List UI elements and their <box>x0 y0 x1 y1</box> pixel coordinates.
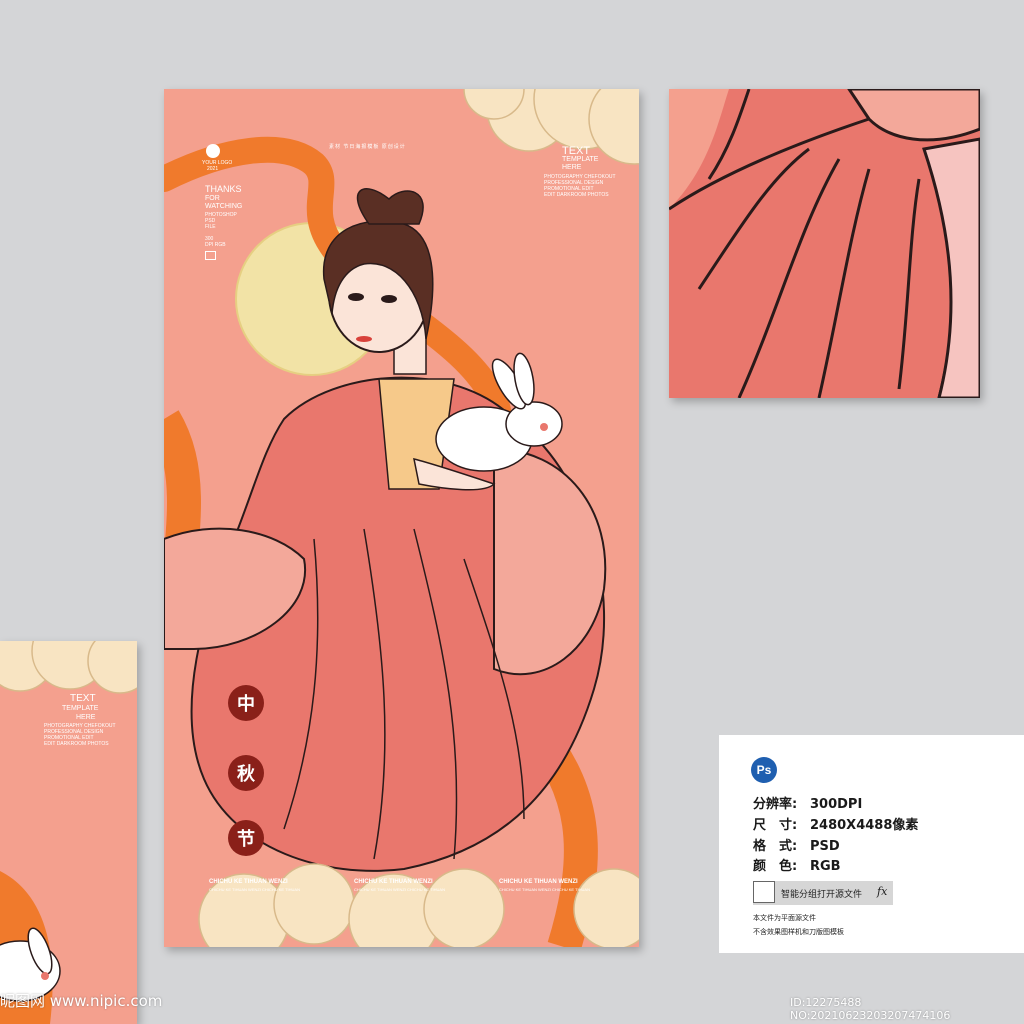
spec-key: 颜 色: <box>753 859 798 874</box>
bottom-sub-2: CHICHU KE TIHUAN WENZI CHICHU KE TIHUAN <box>354 887 445 892</box>
folder-layer-icon <box>753 881 775 903</box>
cloud-top-right <box>463 89 639 165</box>
p2-template: TEMPLATE <box>62 705 99 712</box>
image-id: ID:12275488 NO:20210623203207474106 <box>790 996 951 1022</box>
here-text: HERE <box>562 164 582 171</box>
for-text: FOR <box>205 195 220 202</box>
secondary-illustration <box>0 641 137 1024</box>
thanks-text: THANKS <box>205 184 242 194</box>
seal-jie: 节 <box>228 820 264 856</box>
site-watermark: 昵图网 www.nipic.com <box>0 992 163 1010</box>
logo-year: 2021 <box>207 166 219 172</box>
spec-value: 300DPI <box>810 797 863 812</box>
spec-key: 格 式: <box>753 839 798 854</box>
spec-key: 分辨率: <box>753 797 798 812</box>
file-info-card: Ps 分辨率: 300DPI 尺 寸: 2480X4488像素 格 式: PSD 颜 … <box>719 735 1024 953</box>
bottom-sub-1: CHICHU KE TIHUAN WENZI CHICHU KE TIHUAN <box>209 887 300 892</box>
bottom-label-2: CHICHU KE TIHUAN WENZI <box>354 879 433 885</box>
spec-value: RGB <box>810 859 841 874</box>
template-text: TEMPLATE <box>562 156 599 163</box>
note-2: 不含效果图样机和刀版图模板 <box>753 928 844 936</box>
fx-icon: fx <box>877 885 888 898</box>
spec-value: PSD <box>810 839 840 854</box>
right-small-4: EDIT DARKROOM PHOTOS <box>544 192 609 198</box>
hair-bun <box>356 188 424 225</box>
note-1: 本文件为平面源文件 <box>753 914 816 922</box>
file-text: FILE <box>205 224 216 230</box>
p2-here: HERE <box>76 714 96 721</box>
logo-icon <box>206 144 220 158</box>
top-center-text: 素材 节日海报模板 原创设计 <box>329 144 406 150</box>
seal-qiu: 秋 <box>228 755 264 791</box>
image-icon <box>205 251 216 260</box>
secondary-poster: TEXT TEMPLATE HERE PHOTOGRAPHY CHEFOKOUT… <box>0 641 137 1024</box>
layer-text: 智能分组打开源文件 <box>781 890 863 900</box>
layer-bar: 智能分组打开源文件 fx <box>753 881 893 905</box>
bottom-sub-3: CHICHU KE TIHUAN WENZI CHICHU KE TIHUAN <box>499 887 590 892</box>
photoshop-icon: Ps <box>751 757 777 783</box>
spec-key: 尺 寸: <box>753 818 798 833</box>
watching-text: WATCHING <box>205 203 243 210</box>
spec-value: 2480X4488像素 <box>810 818 919 833</box>
spec-row-color: 颜 色: RGB <box>753 855 841 874</box>
bottom-label-1: CHICHU KE TIHUAN WENZI <box>209 879 288 885</box>
main-poster: YOUR LOGO 2021 THANKS FOR WATCHING PHOTO… <box>164 89 639 947</box>
detail-illustration <box>669 89 980 398</box>
p2-text-label: TEXT <box>70 693 96 704</box>
detail-crop <box>669 89 980 398</box>
seal-zhong: 中 <box>228 685 264 721</box>
bottom-label-3: CHICHU KE TIHUAN WENZI <box>499 879 578 885</box>
dpi-rgb: DPI RGB <box>205 242 226 248</box>
spec-row-format: 格 式: PSD <box>753 835 840 854</box>
spec-row-resolution: 分辨率: 300DPI <box>753 793 862 812</box>
p2-small-4: EDIT DARKROOM PHOTOS <box>44 741 109 747</box>
spec-row-size: 尺 寸: 2480X4488像素 <box>753 814 918 833</box>
